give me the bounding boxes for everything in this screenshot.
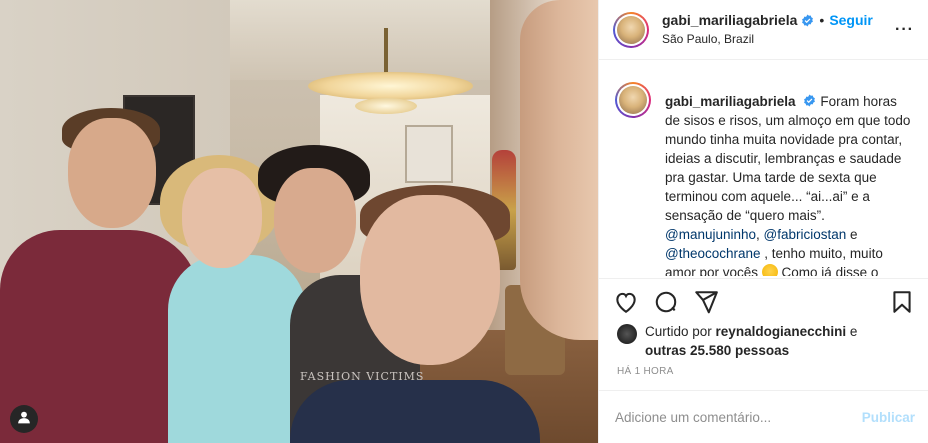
star-struck-emoji-icon — [761, 264, 778, 276]
caption-separator: , — [756, 227, 764, 242]
person-4-face — [360, 195, 500, 365]
more-options-icon[interactable]: ··· — [895, 21, 914, 39]
post-side-panel: gabi_mariliagabriela • Seguir São Paulo,… — [598, 0, 928, 443]
likes-prefix: Curtido por — [645, 324, 716, 339]
liker-avatar[interactable] — [617, 324, 637, 344]
person-4-body — [290, 380, 540, 443]
comment-box: Publicar — [599, 390, 928, 443]
caption-body: Foram horas de sisos e risos, um almoço … — [665, 94, 911, 223]
caption-username[interactable]: gabi_mariliagabriela — [665, 94, 796, 109]
header-text: gabi_mariliagabriela • Seguir São Paulo,… — [662, 12, 873, 48]
person-2-body — [168, 255, 306, 443]
likes-count-link[interactable]: outras 25.580 pessoas — [645, 343, 789, 358]
likes-summary: Curtido por reynaldogianecchini e outras… — [617, 322, 917, 360]
mention-link[interactable]: @manujuninho — [665, 227, 756, 242]
comment-input[interactable] — [615, 409, 845, 425]
paper-plane-icon[interactable] — [693, 289, 719, 315]
avatar-image — [619, 86, 647, 114]
caption-block: gabi_mariliagabriela Foram horas de siso… — [599, 76, 928, 276]
person-2-face — [182, 168, 262, 268]
post-photo[interactable]: FASHION VICTIMS — [0, 0, 598, 443]
author-avatar[interactable] — [613, 11, 649, 48]
author-username[interactable]: gabi_mariliagabriela — [662, 12, 797, 30]
wall-art — [405, 125, 453, 183]
verified-badge-icon — [803, 93, 816, 107]
person-3-face — [274, 168, 356, 273]
mention-link[interactable]: @fabriciostan — [764, 227, 847, 242]
chandelier — [308, 72, 473, 100]
avatar-image — [617, 15, 645, 44]
publish-button[interactable]: Publicar — [862, 410, 915, 425]
selfie-arm — [520, 0, 598, 340]
post-timestamp[interactable]: HÁ 1 HORA — [617, 366, 674, 377]
verified-badge-icon — [801, 14, 814, 27]
bookmark-icon[interactable] — [889, 289, 915, 315]
likes-connector: e — [846, 324, 858, 339]
chandelier-stem — [384, 28, 388, 73]
chandelier-base — [355, 98, 417, 114]
action-bar — [599, 278, 928, 324]
heart-icon[interactable] — [613, 289, 639, 315]
caption-separator: e — [846, 227, 858, 242]
location-link[interactable]: São Paulo, Brazil — [662, 32, 873, 47]
comment-bubble-icon[interactable] — [653, 289, 679, 315]
caption-body: Como já disse o — [777, 265, 879, 276]
person-1-face — [68, 118, 156, 228]
caption-avatar[interactable] — [615, 82, 651, 118]
liker-username[interactable]: reynaldogianecchini — [716, 324, 847, 339]
likes-text: Curtido por reynaldogianecchini e outras… — [645, 322, 857, 360]
mention-link[interactable]: @theocochrane — [665, 246, 761, 261]
follow-button[interactable]: Seguir — [829, 12, 873, 30]
user-tag-icon — [17, 410, 31, 429]
user-tag-button[interactable] — [10, 405, 38, 433]
caption-text: gabi_mariliagabriela Foram horas de siso… — [665, 92, 913, 276]
post-header: gabi_mariliagabriela • Seguir São Paulo,… — [599, 0, 928, 60]
separator-dot: • — [819, 11, 825, 28]
